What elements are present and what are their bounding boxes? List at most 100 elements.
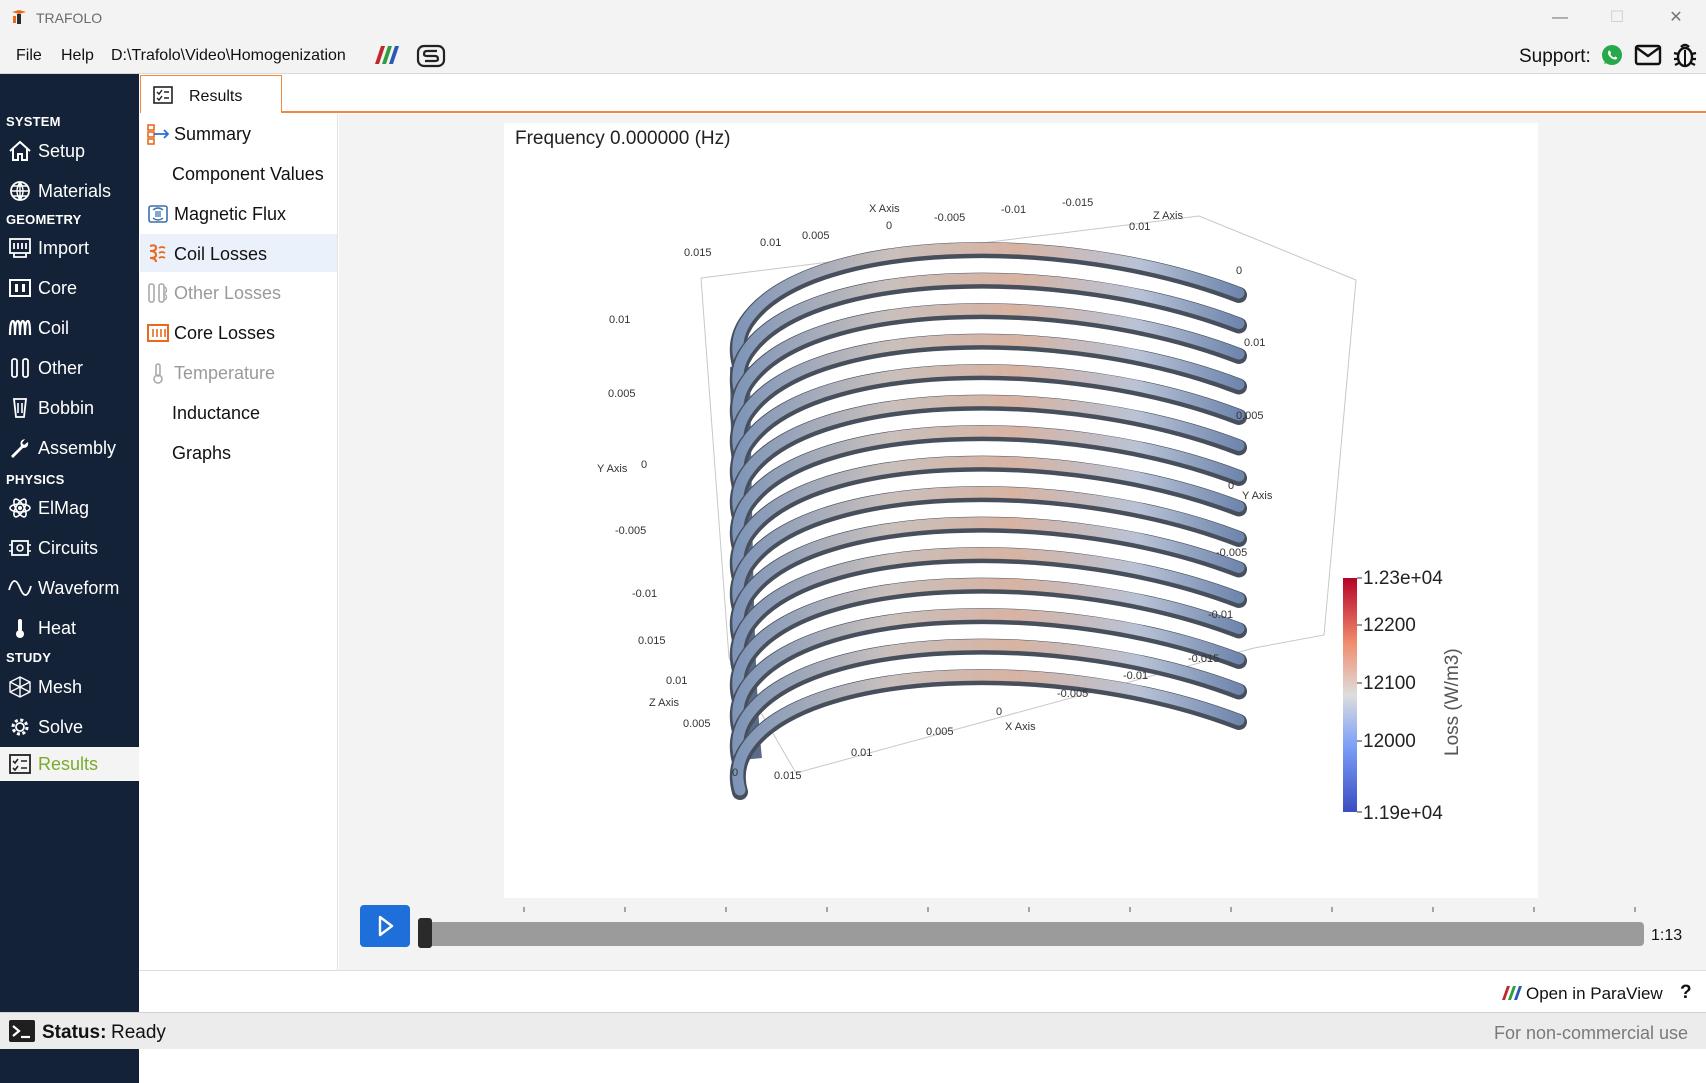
globe-icon xyxy=(10,181,30,201)
result-item-label: Core Losses xyxy=(174,323,276,343)
y-axis-label: Y Axis xyxy=(1242,490,1273,502)
bug-report-icon[interactable] xyxy=(1672,41,1698,69)
result-item-label: Other Losses xyxy=(174,283,282,303)
nav-item-label: Core xyxy=(38,278,78,298)
support-label: Support: xyxy=(1519,46,1591,67)
core-icon xyxy=(9,279,31,297)
timeline-handle[interactable] xyxy=(418,918,432,948)
other-losses-icon xyxy=(148,283,168,303)
result-item-magnetic-flux[interactable]: Magnetic Flux xyxy=(140,194,337,232)
y-tick-label: -0.005 xyxy=(615,525,646,537)
nav-item-coil[interactable]: Coil xyxy=(0,311,139,345)
thermometer-icon xyxy=(16,619,24,638)
x-tick-label: 0.01 xyxy=(760,237,781,249)
y-tick-label: 0.005 xyxy=(1236,410,1264,422)
coil-loss-3d-plot[interactable]: 0.015 0.01 0.005 0 -0.005 -0.01 -0.015 X Axis 0.… xyxy=(504,123,1538,898)
license-note: For non-commercial use xyxy=(1494,1023,1689,1043)
solver-icon[interactable] xyxy=(416,44,446,68)
nav-item-label: Other xyxy=(38,358,84,378)
maximize-button[interactable]: ☐ xyxy=(1597,6,1637,30)
nav-item-waveform[interactable]: Waveform xyxy=(0,571,139,605)
nav-item-materials[interactable]: Materials xyxy=(0,174,139,208)
menu-file[interactable]: File xyxy=(16,47,42,65)
nav-item-label: Solve xyxy=(38,717,84,737)
nav-item-label: Assembly xyxy=(38,438,117,458)
timeline-slider[interactable] xyxy=(420,922,1644,946)
results-icon xyxy=(153,86,173,104)
coil-turn xyxy=(732,669,1245,796)
result-item-summary[interactable]: Summary xyxy=(140,114,337,152)
whatsapp-icon[interactable] xyxy=(1600,43,1624,67)
result-item-coil-losses[interactable]: Coil Losses xyxy=(140,234,337,272)
nav-item-label: Setup xyxy=(38,141,86,161)
nav-item-other[interactable]: Other xyxy=(0,351,139,385)
title-bar: TRAFOLO — ☐ ✕ xyxy=(0,0,1706,36)
thermometer-icon xyxy=(153,363,163,384)
nav-item-setup[interactable]: Setup xyxy=(0,134,139,168)
result-item-label: Coil Losses xyxy=(174,244,268,264)
summary-icon xyxy=(147,124,170,145)
other-icon xyxy=(11,358,29,378)
colorbar-tick-label: 12100 xyxy=(1363,673,1416,694)
section-system: SYSTEM xyxy=(6,114,61,129)
result-item-label: Temperature xyxy=(174,363,276,383)
coil-turns xyxy=(729,242,1247,800)
result-item-other-losses[interactable]: Other Losses xyxy=(140,273,337,311)
x-axis-label: X Axis xyxy=(869,203,900,215)
z-tick-label: 0 xyxy=(732,767,738,779)
close-button[interactable]: ✕ xyxy=(1656,6,1696,30)
tab-results[interactable]: Results xyxy=(140,75,282,113)
colorbar-tick-label: 12000 xyxy=(1363,731,1416,752)
open-in-paraview-label: Open in ParaView xyxy=(1526,984,1663,1003)
result-item-core-losses[interactable]: Core Losses xyxy=(140,313,337,351)
results-icon xyxy=(9,754,31,774)
wave-icon xyxy=(8,580,32,596)
colorbar-max-label: 1.23e+04 xyxy=(1363,568,1443,589)
bobbin-icon xyxy=(12,398,28,418)
y-tick-label: -0.01 xyxy=(1208,609,1233,621)
result-item-graphs[interactable]: Graphs xyxy=(140,433,337,471)
y-tick-label: 0.01 xyxy=(609,314,630,326)
result-item-component-values[interactable]: Component Values xyxy=(140,154,337,192)
nav-item-import[interactable]: Import xyxy=(0,231,139,265)
nav-item-elmag[interactable]: ElMag xyxy=(0,491,139,525)
x-tick-label: -0.01 xyxy=(1123,670,1148,682)
section-geometry: GEOMETRY xyxy=(6,212,82,227)
y-tick-label: 0 xyxy=(1228,480,1234,492)
nav-item-bobbin[interactable]: Bobbin xyxy=(0,391,139,425)
x-tick-label: 0.015 xyxy=(684,247,712,259)
nav-item-results[interactable]: Results xyxy=(0,747,139,781)
nav-item-core[interactable]: Core xyxy=(0,271,139,305)
project-path: D:\Trafolo\Video\Homogenization xyxy=(111,47,346,64)
result-item-label: Component Values xyxy=(172,164,324,184)
results-list: Summary Component Values Magnetic Flux C… xyxy=(140,114,338,970)
result-item-temperature[interactable]: Temperature xyxy=(140,353,337,391)
wrench-icon xyxy=(11,439,29,458)
play-button[interactable] xyxy=(360,905,410,947)
mail-icon[interactable] xyxy=(1634,44,1662,66)
menu-help[interactable]: Help xyxy=(61,47,94,65)
paraview-icon[interactable] xyxy=(371,44,401,66)
result-item-inductance[interactable]: Inductance xyxy=(140,393,337,431)
nav-item-label: Heat xyxy=(38,618,77,638)
z-axis-label: Z Axis xyxy=(1153,210,1183,222)
colorbar-min-label: 1.19e+04 xyxy=(1363,803,1443,824)
help-button[interactable]: ? xyxy=(1680,982,1692,1004)
minimize-button[interactable]: — xyxy=(1540,6,1580,30)
nav-item-heat[interactable]: Heat xyxy=(0,611,139,645)
tab-label: Results xyxy=(189,88,243,105)
magnetic-flux-icon xyxy=(148,205,168,223)
paraview-icon xyxy=(1502,986,1522,1000)
nav-item-solve[interactable]: Solve xyxy=(0,710,139,744)
bottom-bar xyxy=(139,970,1706,1012)
nav-item-circuits[interactable]: Circuits xyxy=(0,531,139,565)
nav-item-mesh[interactable]: Mesh xyxy=(0,670,139,704)
core-losses-icon xyxy=(147,324,169,342)
nav-item-assembly[interactable]: Assembly xyxy=(0,431,139,465)
x-axis-label: X Axis xyxy=(1005,721,1036,733)
x-tick-label: -0.01 xyxy=(1001,204,1026,216)
gear-icon xyxy=(11,718,29,736)
nav-item-label: Circuits xyxy=(38,538,99,558)
y-tick-label: -0.01 xyxy=(632,588,657,600)
y-tick-label: -0.005 xyxy=(1216,547,1247,559)
